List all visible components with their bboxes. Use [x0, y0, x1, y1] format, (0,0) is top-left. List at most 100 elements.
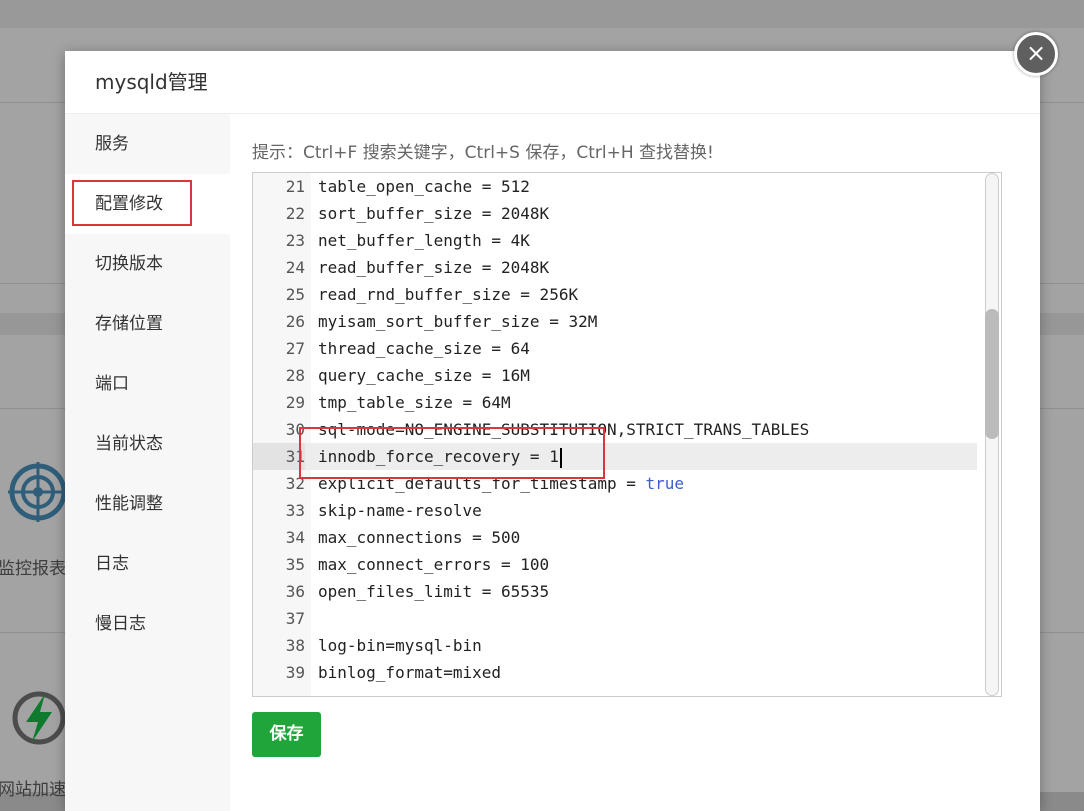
line-code[interactable]: innodb_force_recovery = 1 [318, 443, 562, 470]
line-code-text: tmp_table_size = 64M [318, 393, 511, 412]
line-code-text: max_connect_errors = 100 [318, 555, 550, 574]
line-code[interactable]: sort_buffer_size = 2048K [318, 200, 549, 227]
editor-line[interactable]: 37 [253, 605, 977, 632]
editor-line[interactable]: 33 skip-name-resolve [253, 497, 977, 524]
sidebar-item-3[interactable]: 存储位置 [65, 294, 230, 354]
editor-line[interactable]: 26 myisam_sort_buffer_size = 32M [253, 308, 977, 335]
line-code[interactable]: skip-name-resolve [318, 497, 482, 524]
editor-line[interactable]: 31 innodb_force_recovery = 1 [253, 443, 977, 470]
close-icon[interactable]: × [1014, 32, 1058, 76]
editor-line[interactable]: 27 thread_cache_size = 64 [253, 335, 977, 362]
sidebar-item-label: 当前状态 [95, 434, 163, 454]
sidebar-item-label: 慢日志 [95, 614, 146, 634]
line-number: 32 [285, 474, 305, 493]
sidebar-item-7[interactable]: 日志 [65, 534, 230, 594]
sidebar-item-label: 日志 [95, 554, 129, 574]
background-label-website-accel: 网站加速 [0, 780, 66, 800]
line-code[interactable]: query_cache_size = 16M [318, 362, 530, 389]
scrollbar-thumb[interactable] [985, 309, 999, 439]
sidebar-item-8[interactable]: 慢日志 [65, 594, 230, 654]
line-code[interactable]: net_buffer_length = 4K [318, 227, 530, 254]
editor-line[interactable]: 22 sort_buffer_size = 2048K [253, 200, 977, 227]
editor-line[interactable]: 24 read_buffer_size = 2048K [253, 254, 977, 281]
line-number: 38 [285, 636, 305, 655]
line-code-text: thread_cache_size = 64 [318, 339, 530, 358]
mysqld-manage-dialog: mysqld管理 服务配置修改切换版本存储位置端口当前状态性能调整日志慢日志 提… [65, 51, 1040, 811]
editor-line[interactable]: 39 binlog_format=mixed [253, 659, 977, 686]
line-number: 33 [285, 501, 305, 520]
line-number: 34 [285, 528, 305, 547]
line-number: 30 [285, 420, 305, 439]
editor-line[interactable]: 21 table_open_cache = 512 [253, 173, 977, 200]
line-code[interactable]: log-bin=mysql-bin [318, 632, 482, 659]
save-button[interactable]: 保存 [252, 712, 321, 757]
sidebar-item-0[interactable]: 服务 [65, 114, 230, 174]
config-editor[interactable]: 21 table_open_cache = 512 22 sort_buffer_si… [252, 172, 1002, 697]
line-code[interactable]: binlog_format=mixed [318, 659, 501, 686]
editor-line[interactable]: 28 query_cache_size = 16M [253, 362, 977, 389]
config-edit-panel: 提示：Ctrl+F 搜索关键字，Ctrl+S 保存，Ctrl+H 查找替换! 2… [230, 114, 1040, 811]
editor-line[interactable]: 35 max_connect_errors = 100 [253, 551, 977, 578]
editor-line[interactable]: 32 explicit_defaults_for_timestamp = true [253, 470, 977, 497]
editor-line[interactable]: 29 tmp_table_size = 64M [253, 389, 977, 416]
line-code-text: net_buffer_length = 4K [318, 231, 530, 250]
sidebar-item-4[interactable]: 端口 [65, 354, 230, 414]
line-number: 36 [285, 582, 305, 601]
line-code[interactable]: read_rnd_buffer_size = 256K [318, 281, 578, 308]
line-code[interactable]: read_buffer_size = 2048K [318, 254, 549, 281]
line-code[interactable]: open_files_limit = 65535 [318, 578, 549, 605]
line-code-text: myisam_sort_buffer_size = 32M [318, 312, 598, 331]
line-number: 35 [285, 555, 305, 574]
sidebar-item-label: 存储位置 [95, 314, 163, 334]
sidebar-item-5[interactable]: 当前状态 [65, 414, 230, 474]
dialog-sidebar: 服务配置修改切换版本存储位置端口当前状态性能调整日志慢日志 [65, 114, 230, 811]
line-code[interactable]: explicit_defaults_for_timestamp = true [318, 470, 684, 497]
editor-line[interactable]: 34 max_connections = 500 [253, 524, 977, 551]
line-code[interactable]: table_open_cache = 512 [318, 173, 530, 200]
line-code-text: log-bin=mysql-bin [318, 636, 482, 655]
line-code[interactable]: max_connect_errors = 100 [318, 551, 549, 578]
dialog-title: mysqld管理 [65, 51, 1040, 114]
line-code[interactable]: tmp_table_size = 64M [318, 389, 511, 416]
line-code-text: max_connections = 500 [318, 528, 521, 547]
keyword-value: true [645, 474, 685, 493]
editor-scrollbar[interactable] [983, 173, 1001, 696]
line-code[interactable]: sql-mode=NO_ENGINE_SUBSTITUTION,STRICT_T… [318, 416, 809, 443]
editor-line[interactable]: 25 read_rnd_buffer_size = 256K [253, 281, 977, 308]
sidebar-item-label: 切换版本 [95, 254, 163, 274]
sidebar-item-1[interactable]: 配置修改 [65, 174, 230, 234]
background-band [0, 0, 1084, 28]
line-code-text: sql-mode=NO_ENGINE_SUBSTITUTION,STRICT_T… [318, 420, 810, 439]
editor-line[interactable]: 36 open_files_limit = 65535 [253, 578, 977, 605]
line-number: 28 [285, 366, 305, 385]
line-number: 37 [285, 609, 305, 628]
line-code-text: read_rnd_buffer_size = 256K [318, 285, 579, 304]
line-code[interactable]: myisam_sort_buffer_size = 32M [318, 308, 597, 335]
line-code[interactable]: max_connections = 500 [318, 524, 520, 551]
line-number: 21 [285, 177, 305, 196]
line-number: 27 [285, 339, 305, 358]
line-number: 23 [285, 231, 305, 250]
line-number: 25 [285, 285, 305, 304]
line-code-text: sort_buffer_size = 2048K [318, 204, 550, 223]
sidebar-item-label: 性能调整 [95, 494, 163, 514]
sidebar-item-6[interactable]: 性能调整 [65, 474, 230, 534]
sidebar-item-label: 服务 [95, 134, 129, 154]
line-code-text: skip-name-resolve [318, 501, 482, 520]
line-number: 29 [285, 393, 305, 412]
shortcut-tip: 提示：Ctrl+F 搜索关键字，Ctrl+S 保存，Ctrl+H 查找替换! [252, 143, 714, 163]
line-number: 26 [285, 312, 305, 331]
line-code-text: table_open_cache = 512 [318, 177, 530, 196]
line-code-text: query_cache_size = 16M [318, 366, 530, 385]
line-number: 22 [285, 204, 305, 223]
editor-line[interactable]: 30 sql-mode=NO_ENGINE_SUBSTITUTION,STRICT… [253, 416, 977, 443]
background-label-monitor: 监控报表 [0, 559, 66, 579]
sidebar-item-2[interactable]: 切换版本 [65, 234, 230, 294]
editor-line[interactable]: 38 log-bin=mysql-bin [253, 632, 977, 659]
line-code-text: read_buffer_size = 2048K [318, 258, 550, 277]
line-number: 24 [285, 258, 305, 277]
line-code[interactable]: thread_cache_size = 64 [318, 335, 530, 362]
bolt-icon [12, 690, 66, 750]
line-code-text: innodb_force_recovery = 1 [318, 447, 559, 466]
editor-line[interactable]: 23 net_buffer_length = 4K [253, 227, 977, 254]
